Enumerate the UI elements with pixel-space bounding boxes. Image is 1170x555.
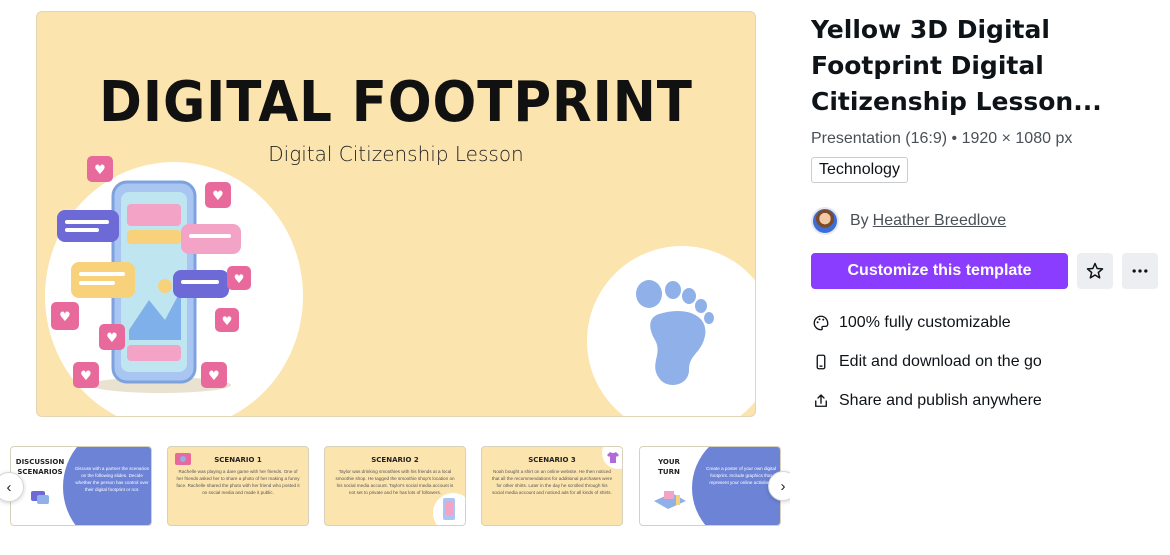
template-title: Yellow 3D Digital Footprint Digital Citi…: [811, 15, 1102, 116]
thumb-text: Discuss with a partner the scenarios on …: [75, 466, 149, 492]
more-icon: [1132, 269, 1148, 273]
svg-text:♥: ♥: [212, 189, 224, 204]
thumbnail-slide-4[interactable]: SCENARIO 3 Noah bought a shirt on an onl…: [481, 446, 623, 526]
phone-illustration: ♥ ♥ ♥ ♥ ♥ ♥ ♥ ♥: [51, 156, 251, 393]
thumb-heading: YOUR TURN: [658, 458, 680, 476]
feature-item: Edit and download on the go: [811, 342, 1161, 381]
category-tag[interactable]: Technology: [811, 157, 908, 183]
mobile-icon: [811, 352, 831, 372]
thumbnail-slide-5[interactable]: YOUR TURN Create a poster of your own di…: [639, 446, 781, 526]
chevron-left-icon: ‹: [6, 478, 12, 496]
phone-icon: [443, 498, 455, 520]
svg-text:♥: ♥: [222, 314, 233, 328]
carousel-next-button[interactable]: ›: [768, 471, 790, 501]
footprint-illustration: [636, 280, 714, 385]
camera-icon: [175, 453, 191, 465]
template-preview[interactable]: DIGITAL FOOTPRINT Digital Citizenship Le…: [36, 11, 756, 417]
thumbnail-slide-3[interactable]: SCENARIO 2 Taylor was drinking smoothies…: [324, 446, 466, 526]
thumb-heading: DISCUSSION SCENARIOS: [15, 458, 65, 476]
feature-label: 100% fully customizable: [839, 313, 1011, 331]
template-meta: Presentation (16:9) • 1920 × 1080 px: [811, 130, 1073, 147]
author-prefix: By: [850, 212, 869, 229]
favorite-button[interactable]: [1077, 253, 1113, 289]
slide-title: DIGITAL FOOTPRINT: [99, 70, 693, 135]
svg-text:♥: ♥: [208, 369, 220, 384]
thumbnail-slide-1[interactable]: DISCUSSION SCENARIOS Discuss with a part…: [10, 446, 152, 526]
thumb-text: Create a poster of your own digital foot…: [706, 466, 776, 485]
feature-label: Share and publish anywhere: [839, 391, 1042, 409]
thumb-text: Noah bought a shirt on an online website…: [491, 469, 613, 495]
svg-text:♥: ♥: [234, 272, 245, 286]
feature-label: Edit and download on the go: [839, 352, 1042, 370]
avatar[interactable]: [811, 207, 839, 235]
svg-text:♥: ♥: [94, 163, 106, 178]
star-icon: [1086, 262, 1104, 279]
share-icon: [811, 391, 831, 411]
thumbnail-strip: DISCUSSION SCENARIOS Discuss with a part…: [0, 446, 790, 528]
more-options-button[interactable]: [1122, 253, 1158, 289]
svg-text:♥: ♥: [106, 331, 118, 346]
thumb-text: Taylor was drinking smoothies with his f…: [335, 469, 455, 495]
customize-button[interactable]: Customize this template: [811, 253, 1068, 289]
feature-item: 100% fully customizable: [811, 303, 1161, 342]
thumbnail-slide-2[interactable]: SCENARIO 1 Rachelle was playing a dare g…: [167, 446, 309, 526]
author-link[interactable]: Heather Breedlove: [873, 212, 1006, 230]
feature-item: Share and publish anywhere: [811, 381, 1161, 420]
shirt-icon: [607, 452, 619, 463]
chat-icon: [31, 491, 49, 504]
desk-illustration: [654, 491, 686, 509]
svg-text:♥: ♥: [59, 310, 71, 325]
thumb-text: Rachelle was playing a dare game with he…: [176, 469, 300, 495]
palette-icon: [811, 313, 831, 333]
feature-list: 100% fully customizable Edit and downloa…: [811, 303, 1161, 420]
template-info-panel: Yellow 3D Digital Footprint Digital Citi…: [811, 12, 1161, 420]
thumb-heading: SCENARIO 3: [528, 456, 576, 464]
svg-text:♥: ♥: [80, 369, 92, 384]
thumb-heading: SCENARIO 2: [371, 456, 419, 464]
chevron-right-icon: ›: [780, 477, 786, 495]
author-row: By Heather Breedlove: [811, 207, 1161, 235]
action-row: Customize this template: [811, 253, 1161, 289]
